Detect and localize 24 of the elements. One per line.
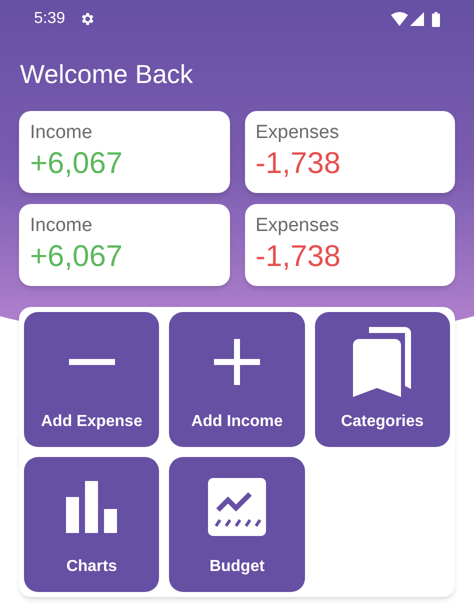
bookmarks-icon [353,327,412,397]
action-tile[interactable]: Add Income [169,312,305,447]
action-tile[interactable]: Charts [24,457,160,592]
card-label: Expenses [256,214,340,238]
minus-icon [68,359,115,365]
status-time: 5:39 [34,9,66,29]
wifi-icon [391,12,408,26]
signal-icon [410,12,424,26]
action-tile[interactable]: Categories [314,312,450,447]
settings-icon [79,11,96,27]
card-amount: +6,067 [30,239,124,275]
trend-chart-icon [208,478,266,536]
card-amount: -1,738 [256,239,342,275]
card-amount: +6,067 [30,146,124,182]
battery-icon [432,12,440,26]
plus-icon [214,339,260,385]
welcome-title: Welcome Back [20,58,194,90]
card-label: Income [30,214,94,238]
action-tile[interactable]: Add Expense [24,312,160,447]
card-label: Income [30,121,94,145]
bar-chart-icon [66,481,118,533]
card-label: Expenses [256,121,340,145]
card-amount: -1,738 [256,146,342,182]
action-tile[interactable]: Budget [169,457,305,592]
